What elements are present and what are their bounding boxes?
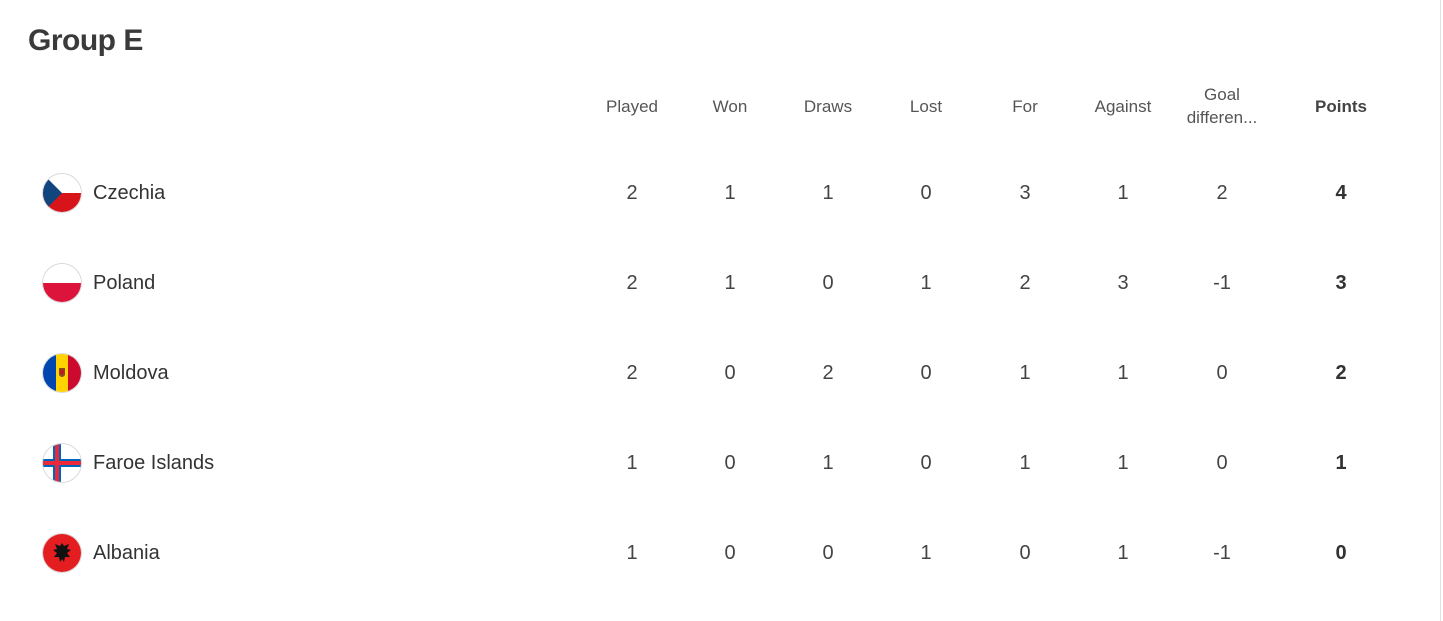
goal-difference-value: 0 — [1216, 451, 1228, 474]
points-value: 3 — [1335, 271, 1347, 294]
standings-panel: Group E Played Won Draws Lost For Agains… — [0, 0, 1441, 621]
team-cell[interactable]: Moldova — [43, 353, 169, 393]
draws-value: 0 — [822, 271, 834, 294]
header-for: For — [1012, 96, 1038, 116]
points-value: 4 — [1335, 181, 1347, 204]
team-cell[interactable]: Albania — [43, 533, 160, 573]
won-value: 1 — [724, 181, 736, 204]
played-value: 2 — [626, 271, 638, 294]
goals-against-value: 1 — [1117, 541, 1129, 564]
table-header: Played Won Draws Lost For Against Goal d… — [0, 78, 1441, 134]
moldova-flag-icon — [43, 354, 81, 392]
goal-difference-value: -1 — [1213, 541, 1231, 564]
won-value: 1 — [724, 271, 736, 294]
header-lost: Lost — [909, 96, 943, 116]
lost-value: 0 — [920, 181, 932, 204]
points-value: 0 — [1335, 541, 1347, 564]
faroe-islands-flag-icon — [43, 444, 81, 482]
points-value: 1 — [1335, 451, 1347, 474]
header-won: Won — [712, 96, 748, 116]
won-value: 0 — [724, 451, 736, 474]
header-draws: Draws — [803, 96, 853, 116]
points-value: 2 — [1335, 361, 1347, 384]
table-row[interactable]: Faroe Islands 1 0 1 0 1 1 0 1 — [0, 418, 1441, 508]
won-value: 0 — [724, 361, 736, 384]
table-row[interactable]: Moldova 2 0 2 0 1 1 0 2 — [0, 328, 1441, 418]
header-goal-difference: Goal differen... — [1186, 85, 1258, 127]
won-value: 0 — [724, 541, 736, 564]
group-title: Group E — [28, 24, 143, 57]
header-against: Against — [1094, 96, 1152, 116]
played-value: 2 — [626, 181, 638, 204]
played-value: 1 — [626, 541, 638, 564]
table-row[interactable]: Albania 1 0 0 1 0 1 -1 0 — [0, 508, 1441, 598]
lost-value: 0 — [920, 361, 932, 384]
team-name: Albania — [93, 541, 160, 564]
played-value: 2 — [626, 361, 638, 384]
team-name: Moldova — [93, 361, 169, 384]
team-name: Poland — [93, 271, 156, 294]
draws-value: 0 — [822, 541, 834, 564]
goals-for-value: 3 — [1019, 181, 1031, 204]
draws-value: 2 — [822, 361, 834, 384]
goals-for-value: 2 — [1019, 271, 1031, 294]
header-points: Points — [1315, 96, 1367, 116]
lost-value: 0 — [920, 451, 932, 474]
team-cell[interactable]: Faroe Islands — [43, 443, 214, 483]
goal-difference-value: -1 — [1213, 271, 1231, 294]
goals-for-value: 1 — [1019, 451, 1031, 474]
goals-against-value: 1 — [1117, 451, 1129, 474]
team-cell[interactable]: Poland — [43, 263, 155, 303]
table-row[interactable]: Czechia 2 1 1 0 3 1 2 4 — [0, 148, 1441, 238]
team-name: Czechia — [93, 181, 166, 204]
czechia-flag-icon — [43, 174, 81, 212]
lost-value: 1 — [920, 541, 932, 564]
standings-table-body: Czechia 2 1 1 0 3 1 2 4 Poland 2 1 0 1 2… — [0, 148, 1441, 598]
played-value: 1 — [626, 451, 638, 474]
team-name: Faroe Islands — [93, 451, 215, 474]
table-row[interactable]: Poland 2 1 0 1 2 3 -1 3 — [0, 238, 1441, 328]
goals-against-value: 1 — [1117, 361, 1129, 384]
lost-value: 1 — [920, 271, 932, 294]
goals-for-value: 1 — [1019, 361, 1031, 384]
poland-flag-icon — [43, 264, 81, 302]
goals-for-value: 0 — [1019, 541, 1031, 564]
goals-against-value: 3 — [1117, 271, 1129, 294]
albania-flag-icon — [43, 534, 81, 572]
draws-value: 1 — [822, 451, 834, 474]
goals-against-value: 1 — [1117, 181, 1129, 204]
draws-value: 1 — [822, 181, 834, 204]
header-played: Played — [606, 96, 658, 116]
goal-difference-value: 2 — [1216, 181, 1228, 204]
team-cell[interactable]: Czechia — [43, 173, 165, 213]
goal-difference-value: 0 — [1216, 361, 1228, 384]
